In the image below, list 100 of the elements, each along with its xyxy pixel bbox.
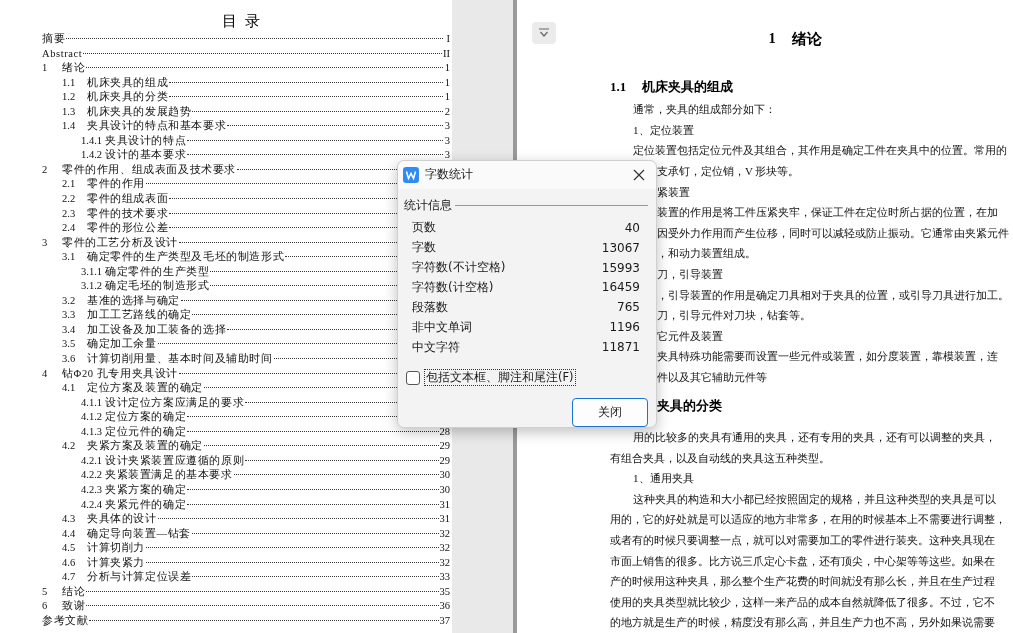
toc-heading: 目 录 [221,12,261,31]
toc-title[interactable]: 计算切削用量、基本时间及辅助时间 [87,352,273,367]
stat-label: 段落数 [412,298,448,316]
toc-number: 4.1.2 [81,410,102,425]
toc-title[interactable]: 加工设备及加工装备的选择 [87,322,227,338]
stat-label: 中文字符 [412,338,460,356]
toc-number: 3.1.2 [81,279,102,294]
toc-title[interactable]: 夹紧方案的确定 [105,482,187,498]
toc-title[interactable]: 机床夹具的分类 [87,90,169,105]
toc-title[interactable]: 定位方案的确定 [105,410,187,425]
toc-title[interactable]: 零件的形位公差 [87,221,169,236]
toc-number: 4.5 [62,541,77,556]
toc-number: 4.3 [62,512,77,527]
toc-title[interactable]: 零件的作用、组成表面及技术要求 [62,162,236,178]
body-text: 使用的夹具类型就比较少，这样一来产品的成本自然就降低了很多。不过，它不 [610,595,995,608]
body-text: 它元件及装置 [657,329,723,342]
close-dialog-button[interactable]: 关闭 [572,398,648,427]
body-text: 市面上销售的很多。比方说三爪定心卡盘，还有顶尖，中心架等等这些。如果在 [610,554,995,567]
toc-title[interactable]: 结论 [62,584,86,600]
toc-title[interactable]: 夹紧元件的确定 [105,497,187,513]
page-number: 30 [439,482,450,497]
toc-title[interactable]: 设计夹紧装置应遵循的原则 [105,453,245,469]
toc-title[interactable]: 零件的作用 [87,177,145,192]
toc-title[interactable]: 机床夹具的组成 [87,75,169,91]
toc-title[interactable]: 加工工艺路线的确定 [87,308,192,323]
toc-title[interactable]: 分析与计算定位误差 [87,570,192,585]
group-label: 统计信息 [404,196,452,214]
toc-title[interactable]: 确定导向装置—钻套 [87,526,191,542]
toc-title[interactable]: 定位元件的确定 [105,424,187,440]
chevron-down-icon [538,28,550,38]
toc-number: 2.1 [62,177,77,192]
toc-number: 2.2 [62,192,77,206]
body-text: 有组合夹具，以及自动线的夹具这五种类型。 [610,451,830,464]
body-text: 用的，它的好处就是可以适应的地方非常多，在用的时候基本上不需要进行调整， [610,513,1006,526]
toc-title[interactable]: 夹具设计的特点和基本要求 [87,119,227,134]
page-number: I [445,32,450,46]
toc-number: 4.1.3 [81,424,102,439]
page-number: 31 [439,497,450,512]
stat-label: 页数 [412,219,436,237]
toc-title[interactable]: 基准的选择与确定 [87,293,180,309]
toc-title[interactable]: 确定加工余量 [87,337,157,353]
body-text: 通常，夹具的组成部分如下： [633,103,776,116]
toc-title[interactable]: 夹具体的设计 [87,512,157,527]
toc-title[interactable]: 计算夹紧力 [87,555,145,571]
toc-number: 1.1 [62,75,77,90]
section-title: 夹具的分类 [657,397,722,416]
toc-number: 4.4 [62,526,77,541]
toc-number: 1.2 [62,90,77,105]
toc-title[interactable]: 零件的技术要求 [87,206,169,222]
stat-label: 字符数(不计空格) [412,259,506,277]
body-text: 因受外力作用而产生位移，同时可以减轻或防止振动。它通常由夹紧元件 [657,226,1009,239]
toc-number: 3.1 [62,250,77,265]
toc-title[interactable]: 致谢 [62,599,86,614]
toc-number: 2 [42,162,49,177]
toc-title[interactable]: 确定毛坯的制造形式 [105,279,210,294]
toc-title[interactable]: 摘要 [42,32,66,47]
toc-number: 3.6 [62,352,77,367]
toc-number: 4.2.2 [81,468,102,483]
stat-label: 字数 [412,239,436,257]
body-text: 定位装置包括定位元件及其组合，其作用是确定工件在夹具中的位置。常用的 [633,144,1007,157]
toc-title[interactable]: 机床夹具的发展趋势 [87,104,192,120]
body-text: 件以及其它辅助元件等 [657,370,767,383]
toc-title[interactable]: 设计的基本要求 [105,148,187,163]
app-logo-icon [403,166,419,183]
body-text: 这种夹具的构造和大小都已经按照固定的规格，并且这种类型的夹具是可以 [633,492,996,505]
toc-title[interactable]: 确定零件的生产类型及毛坯的制造形式 [87,250,285,265]
body-text: 装置的作用是将工件压紧夹牢，保证工件在定位时所占据的位置，在加 [657,206,998,219]
collapse-button[interactable] [532,22,556,44]
toc-number: 4.2.3 [81,482,102,497]
page-number: 2 [444,104,450,119]
section-title: 机床夹具的组成 [642,78,734,97]
body-text: 紧装置 [657,185,690,198]
toc-number: 2.4 [62,221,77,236]
toc-number: 5 [42,584,49,599]
toc-title[interactable]: 计算切削力 [87,541,145,556]
toc-title[interactable]: Abstract [42,46,83,62]
toc-number: 4.2.1 [81,453,102,468]
checkbox-label[interactable]: 包括文本框、脚注和尾注(F) [424,369,576,387]
page-number: 32 [439,541,450,556]
toc-title[interactable]: 零件的组成表面 [87,192,169,207]
toc-title[interactable]: 确定零件的生产类型 [105,264,210,280]
toc-title[interactable]: 钻Φ20 孔专用夹具设计 [62,366,178,382]
toc-title[interactable]: 设计定位方案应满足的要求 [105,395,245,411]
toc-number: 3.1.1 [81,264,102,279]
toc-title[interactable]: 绪论 [62,61,86,76]
toc-number: 4.2 [62,439,77,454]
section-number: 1.1 [610,79,627,96]
toc-title[interactable]: 参考文献 [42,613,89,629]
toc-title[interactable]: 夹具设计的特点 [105,133,187,149]
page-number: 3 [444,119,450,134]
toc-title[interactable]: 夹紧装置满足的基本要求 [105,468,233,483]
toc-number: 1.4.1 [81,133,102,148]
toc-title[interactable]: 夹紧方案及装置的确定 [87,439,203,454]
toc-title[interactable]: 定位方案及装置的确定 [87,381,203,396]
checkbox[interactable] [406,370,420,385]
page-number: 31 [439,512,450,527]
toc-number: 3.5 [62,337,77,352]
toc-title[interactable]: 零件的工艺分析及设计 [62,235,178,251]
page-number: 28 [439,424,450,439]
stat-value: 40 [624,220,640,235]
